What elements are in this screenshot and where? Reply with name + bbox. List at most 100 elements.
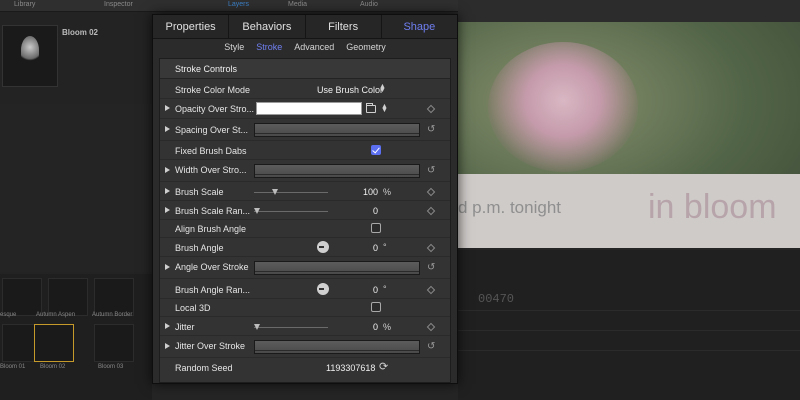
reset-arrow-icon[interactable]: ↺ (427, 341, 435, 352)
keyframe-diamond-icon[interactable] (426, 104, 436, 114)
bg-grid-label: Bloom 01 (0, 364, 26, 370)
width-curve-editor[interactable] (254, 164, 420, 178)
align-brush-angle-label: Align Brush Angle (175, 224, 247, 234)
brush-angle-value[interactable]: 0 (338, 243, 378, 253)
fixed-brush-dabs-checkbox[interactable] (371, 145, 381, 155)
jitter-value[interactable]: 0 (338, 322, 378, 332)
brush-scale-slider[interactable] (254, 192, 328, 193)
row-jitter-over-stroke: Jitter Over Stroke ↺ (160, 336, 450, 358)
bg-library-list (0, 104, 152, 272)
bg-timeline-track (458, 330, 800, 331)
stroke-controls-section: Stroke Controls Stroke Color Mode Use Br… (159, 58, 451, 383)
bg-thumbnail-grid: esque Autumn Aspen Autumn Border Bloom 0… (0, 274, 152, 400)
bg-tab-audio: Audio (360, 1, 378, 8)
row-brush-angle: Brush Angle 0 ° (160, 238, 450, 257)
local-3d-label: Local 3D (175, 303, 211, 313)
brush-scale-slider-thumb[interactable] (272, 189, 278, 195)
brush-scale-randomness-slider[interactable] (254, 211, 328, 212)
keyframe-diamond-icon[interactable] (426, 243, 436, 253)
row-jitter: Jitter 0 % (160, 317, 450, 336)
row-random-seed: Random Seed 1193307618 ⟳ (160, 358, 450, 378)
brush-scale-randomness-slider-thumb[interactable] (254, 208, 260, 214)
bg-grid-label: esque (0, 312, 17, 318)
opacity-gradient-swatch[interactable] (256, 102, 362, 115)
spacing-over-stroke-label: Spacing Over St... (175, 125, 249, 135)
stroke-color-mode-label: Stroke Color Mode (175, 85, 251, 95)
row-spacing-over-stroke: Spacing Over St... ↺ (160, 119, 450, 141)
random-seed-label: Random Seed (175, 363, 233, 373)
brush-angle-randomness-value[interactable]: 0 (338, 285, 378, 295)
jitter-curve-editor[interactable] (254, 340, 420, 354)
row-fixed-brush-dabs: Fixed Brush Dabs (160, 141, 450, 160)
tab-filters[interactable]: Filters (306, 15, 382, 38)
bg-grid-label: Bloom 03 (98, 364, 124, 370)
bg-banner-subtitle: d p.m. tonight (458, 198, 562, 217)
random-seed-value[interactable]: 1193307618 (326, 363, 375, 373)
reset-arrow-icon[interactable]: ↺ (427, 165, 435, 176)
disclosure-triangle-icon[interactable] (165, 323, 170, 329)
bg-grid-label: Autumn Aspen (36, 312, 76, 318)
section-header: Stroke Controls (160, 59, 450, 79)
disclosure-triangle-icon[interactable] (165, 207, 170, 213)
disclosure-triangle-icon[interactable] (165, 167, 170, 173)
folder-icon[interactable] (366, 103, 376, 113)
jitter-slider[interactable] (254, 327, 328, 328)
stroke-color-mode-dropdown[interactable]: Use Brush Color (317, 85, 383, 95)
row-brush-scale-randomness: Brush Scale Ran... 0 (160, 201, 450, 220)
keyframe-diamond-icon[interactable] (426, 206, 436, 216)
align-brush-angle-checkbox[interactable] (371, 223, 381, 233)
bg-tab-layers: Layers (228, 1, 250, 8)
inspector-tab-bar: Properties Behaviors Filters Shape (153, 15, 457, 39)
reset-arrow-icon[interactable]: ↺ (427, 262, 435, 273)
bg-timeline-track (458, 310, 800, 311)
disclosure-triangle-icon[interactable] (165, 105, 170, 111)
subtab-advanced[interactable]: Advanced (294, 40, 334, 56)
refresh-icon[interactable]: ⟳ (379, 362, 390, 373)
row-align-brush-angle: Align Brush Angle (160, 220, 450, 238)
updown-arrows-icon[interactable]: ▲ ▼ (381, 103, 388, 114)
brush-scale-value[interactable]: 100 (338, 187, 378, 197)
bg-grid-cell (94, 324, 134, 362)
disclosure-triangle-icon[interactable] (165, 188, 170, 194)
row-opacity-over-stroke: Opacity Over Stro... ▲ ▼ (160, 99, 450, 119)
disclosure-triangle-icon[interactable] (165, 343, 170, 349)
tab-behaviors[interactable]: Behaviors (229, 15, 306, 38)
bg-grid-cell (94, 278, 134, 316)
section-title: Stroke Controls (175, 64, 238, 74)
bg-grid-label: Bloom 02 (40, 364, 66, 370)
bg-timecode: 00470 (478, 292, 515, 306)
background-library-pane: Bloom 02 esque Autumn Aspen Autumn Borde… (0, 12, 152, 400)
updown-arrows-icon[interactable]: ▲ ▼ (379, 83, 386, 94)
tab-shape[interactable]: Shape (382, 15, 457, 38)
bg-banner-title: in bloom (648, 188, 777, 226)
bg-timeline-track (458, 350, 800, 351)
row-brush-angle-randomness: Brush Angle Ran... 0 ° (160, 279, 450, 299)
bg-canvas-preview: d p.m. tonight in bloom (458, 22, 800, 248)
bg-canvas-toolbar (458, 0, 800, 22)
disclosure-triangle-icon[interactable] (165, 264, 170, 270)
spacing-curve-editor[interactable] (254, 123, 420, 137)
disclosure-triangle-icon[interactable] (165, 126, 170, 132)
bg-grid-cell (48, 278, 88, 316)
brush-angle-dial-icon[interactable] (317, 241, 329, 253)
keyframe-diamond-icon[interactable] (426, 285, 436, 295)
row-width-over-stroke: Width Over Stro... ↺ (160, 160, 450, 182)
bg-preview-thumbnail (2, 25, 58, 87)
fixed-brush-dabs-label: Fixed Brush Dabs (175, 146, 247, 156)
brush-angle-randomness-dial-icon[interactable] (317, 283, 329, 295)
subtab-geometry[interactable]: Geometry (346, 40, 386, 56)
subtab-stroke[interactable]: Stroke (256, 40, 282, 56)
keyframe-diamond-icon[interactable] (426, 322, 436, 332)
keyframe-diamond-icon[interactable] (426, 187, 436, 197)
jitter-slider-thumb[interactable] (254, 324, 260, 330)
bg-tab-library: Library (14, 1, 36, 8)
brush-scale-randomness-value[interactable]: 0 (338, 206, 378, 216)
tab-properties[interactable]: Properties (153, 15, 230, 38)
local-3d-checkbox[interactable] (371, 302, 381, 312)
reset-arrow-icon[interactable]: ↺ (427, 124, 435, 135)
angle-curve-editor[interactable] (254, 261, 420, 275)
row-brush-scale: Brush Scale 100 % (160, 182, 450, 201)
brush-scale-unit: % (383, 187, 392, 197)
bg-timeline: 00470 (458, 250, 800, 400)
subtab-style[interactable]: Style (224, 40, 244, 56)
